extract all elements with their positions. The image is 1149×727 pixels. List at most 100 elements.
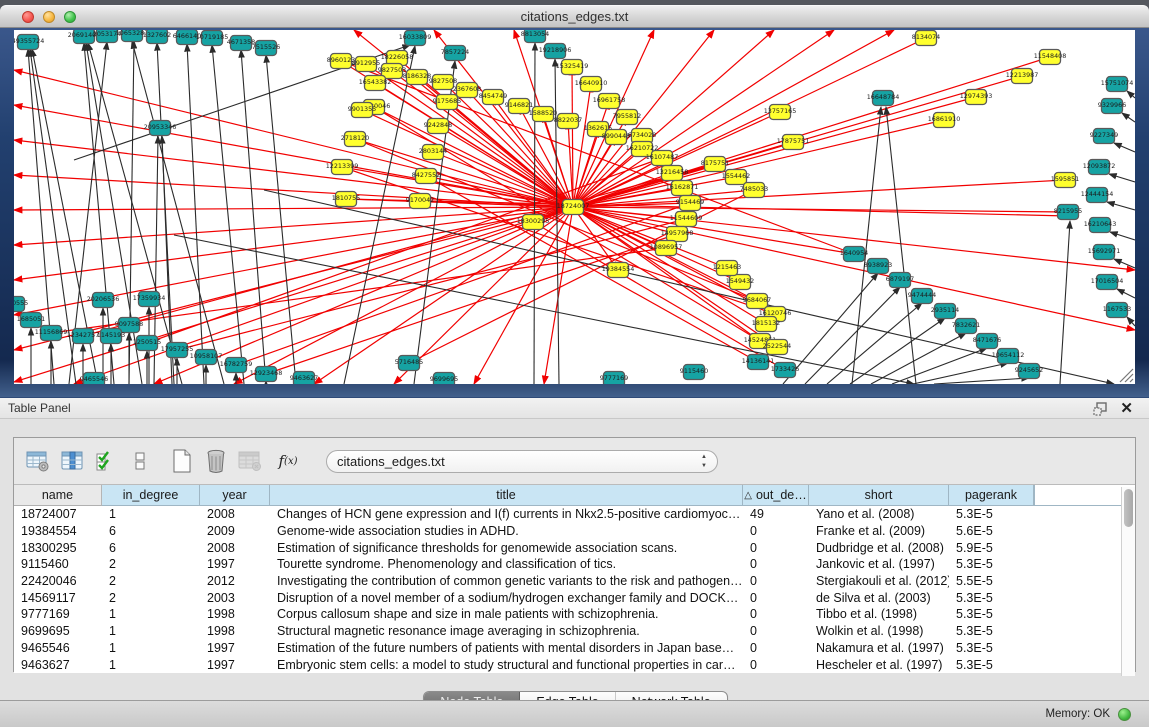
graph-node[interactable]: 8427552 (412, 169, 440, 184)
table-row[interactable]: 977716911998Corpus callosum shape and si… (14, 606, 1135, 623)
graph-node[interactable]: 9463627 (290, 372, 318, 385)
graph-node[interactable]: 1640954 (840, 247, 868, 262)
graph-node[interactable]: 6879197 (886, 273, 914, 288)
graph-node[interactable]: 16861910 (928, 113, 961, 128)
graph-node[interactable]: 9474444 (908, 289, 936, 304)
graph-node[interactable]: 9115460 (680, 365, 708, 380)
graph-node[interactable]: 14136141 (742, 355, 775, 370)
graph-node[interactable]: 1595851 (1051, 173, 1079, 188)
graph-node[interactable]: 8912955 (352, 57, 380, 72)
zoom-window-button[interactable] (64, 11, 76, 23)
graph-node[interactable]: 9329966 (1098, 99, 1126, 114)
graph-node[interactable]: 12093872 (1083, 160, 1116, 175)
graph-node[interactable]: 14957968 (661, 227, 694, 242)
graph-node[interactable]: 8186328 (403, 70, 431, 85)
graph-node[interactable]: 8822037 (554, 114, 582, 129)
graph-node[interactable]: 10958107 (190, 350, 223, 365)
graph-node[interactable]: 1145193 (97, 329, 125, 344)
graph-node[interactable]: 9227349 (1090, 129, 1118, 144)
graph-node[interactable]: 8471676 (973, 334, 1001, 349)
column-header-in_degree[interactable]: in_degree (102, 485, 200, 506)
graph-node[interactable]: 9465546 (80, 373, 108, 385)
graph-node[interactable]: 7955812 (613, 110, 641, 125)
graph-node[interactable]: 8930555 (14, 297, 28, 312)
new-document-button[interactable] (168, 446, 196, 476)
graph-node[interactable]: 16107487 (646, 151, 679, 166)
graph-node[interactable]: 10719185 (196, 31, 229, 46)
network-window-titlebar[interactable]: citations_edges.txt (0, 5, 1149, 28)
network-canvas-wrap[interactable]: 4935572420691406205317410653287132760264… (14, 30, 1135, 384)
graph-node[interactable]: 7857224 (441, 46, 469, 61)
graph-node[interactable]: 7515526 (252, 41, 280, 56)
column-header-name[interactable]: name (14, 485, 102, 506)
resize-grip[interactable] (1120, 369, 1133, 382)
graph-node[interactable]: 15692971 (1088, 245, 1121, 260)
graph-node[interactable]: 12213987 (1006, 69, 1039, 84)
column-header-pagerank[interactable]: pagerank (949, 485, 1034, 506)
graph-node[interactable]: 9777169 (600, 372, 628, 385)
table-row[interactable]: 969969511998Structural magnetic resonanc… (14, 623, 1135, 640)
graph-node[interactable]: 8454749 (479, 90, 507, 105)
graph-node[interactable]: 16648784 (867, 91, 900, 106)
table-row[interactable]: 911546021997Tourette syndrome. Phenomeno… (14, 556, 1135, 573)
graph-node[interactable]: 2803144 (419, 145, 447, 160)
graph-node[interactable]: 9245652 (1015, 364, 1043, 379)
graph-node[interactable]: 7485033 (740, 183, 768, 198)
delete-trash-button[interactable] (202, 446, 230, 476)
graph-node[interactable]: 1815132 (752, 317, 780, 332)
graph-node[interactable]: 11156869 (35, 326, 68, 341)
graph-node[interactable]: 17957255 (161, 343, 194, 358)
graph-node[interactable]: 2718120 (341, 132, 369, 147)
close-window-button[interactable] (22, 11, 34, 23)
table-row[interactable]: 946362711997Embryonic stem cells: a mode… (14, 656, 1135, 673)
graph-node[interactable]: 16640910 (575, 77, 608, 92)
float-panel-icon[interactable] (1093, 402, 1108, 416)
table-row[interactable]: 1872400712008Changes of HCN gene express… (14, 506, 1135, 523)
table-row[interactable]: 1456911722003Disruption of a novel membe… (14, 589, 1135, 606)
table-select-dropdown[interactable]: citations_edges.txt ▲▼ (326, 450, 718, 473)
graph-node[interactable]: 7832621 (952, 319, 980, 334)
scrollbar-thumb[interactable] (1124, 489, 1133, 527)
graph-node[interactable]: 9699695 (430, 373, 458, 385)
graph-node[interactable]: 16543382 (359, 76, 392, 91)
graph-node[interactable]: 9242848 (424, 119, 452, 134)
column-header-out_de[interactable]: △out_de… (743, 485, 809, 506)
graph-node[interactable]: 8938923 (864, 259, 892, 274)
graph-node[interactable]: 1549432 (726, 275, 754, 290)
graph-node[interactable]: 1810755 (332, 192, 360, 207)
graph-node[interactable]: 8813054 (521, 30, 549, 43)
graph-node[interactable]: 9901355 (348, 103, 376, 118)
graph-node[interactable]: 12444154 (1081, 188, 1114, 203)
graph-node[interactable]: 16210643 (1084, 218, 1117, 233)
select-column-button[interactable] (58, 446, 86, 476)
graph-node[interactable]: 16782759 (220, 358, 253, 373)
graph-node[interactable]: 1733426 (771, 363, 799, 378)
column-header-year[interactable]: year (200, 485, 270, 506)
graph-node[interactable]: 19218906 (539, 44, 572, 59)
column-header-title[interactable]: title (270, 485, 743, 506)
table-row[interactable]: 1938455462009Genome-wide association stu… (14, 523, 1135, 540)
graph-node[interactable]: 1250515 (133, 336, 161, 351)
graph-node[interactable]: 17875751 (777, 135, 810, 150)
graph-node[interactable]: 49355724 (14, 35, 44, 50)
table-row[interactable]: 946554611997Estimation of the future num… (14, 640, 1135, 657)
graph-node[interactable]: 19384554 (602, 263, 635, 278)
clear-selection-button[interactable] (126, 446, 154, 476)
graph-node[interactable]: 1685051 (17, 313, 45, 328)
graph-node[interactable]: 12342757 (67, 329, 100, 344)
graph-node[interactable]: 9170042 (406, 194, 434, 209)
graph-node[interactable]: 1327602 (143, 30, 171, 44)
graph-node[interactable]: 9154469 (676, 196, 704, 211)
close-panel-icon[interactable]: ✕ (1120, 401, 1133, 416)
table-row[interactable]: 2242004622012Investigating the contribut… (14, 573, 1135, 590)
graph-node[interactable]: 12213399 (326, 160, 359, 175)
graph-node[interactable]: 1167533 (1103, 303, 1131, 318)
column-header-short[interactable]: short (809, 485, 949, 506)
graph-node[interactable]: 15751074 (1101, 77, 1134, 92)
graph-node[interactable]: 20206536 (87, 293, 120, 308)
graph-node[interactable]: 1215463 (713, 261, 741, 276)
graph-node[interactable]: 8134074 (912, 31, 940, 46)
graph-node[interactable]: 16033809 (399, 31, 432, 46)
graph-node[interactable]: 8990448 (602, 130, 630, 145)
graph-node[interactable]: 12974393 (960, 90, 993, 105)
